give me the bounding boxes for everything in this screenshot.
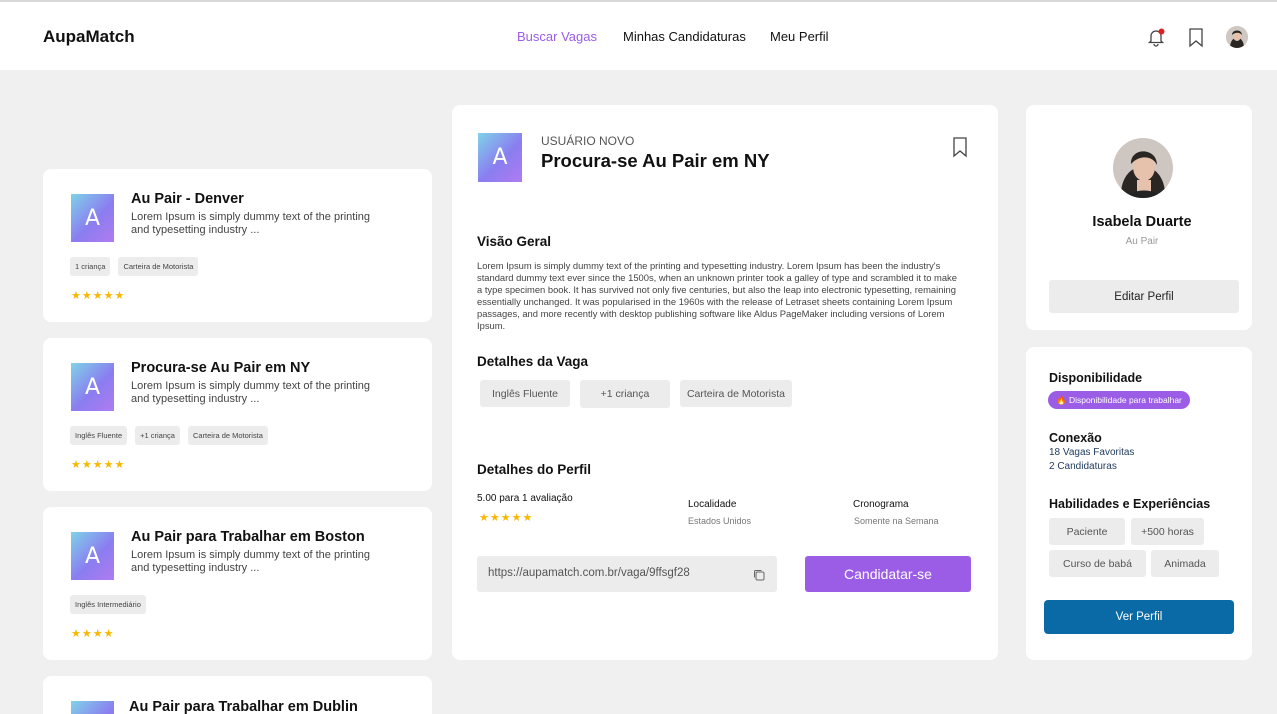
rating-stars: ★★★★ — [71, 628, 115, 640]
location-value: Estados Unidos — [688, 516, 752, 526]
apply-button[interactable]: Candidatar-se — [805, 556, 971, 592]
job-logo: A — [71, 701, 114, 714]
rating-stars: ★★★★★ — [479, 512, 534, 524]
location-label: Localidade — [688, 499, 737, 510]
app-logo[interactable]: AupaMatch — [43, 27, 135, 47]
favorites-count[interactable]: 18 Vagas Favoritas — [1049, 447, 1134, 458]
overview-title: Visão Geral — [477, 234, 552, 249]
detail-chip: Carteira de Motorista — [680, 380, 792, 407]
applications-count[interactable]: 2 Candidaturas — [1049, 461, 1117, 472]
job-logo: A — [71, 532, 114, 580]
job-logo: A — [71, 194, 114, 242]
skill-chip: Curso de babá — [1049, 550, 1146, 577]
job-tag: Carteira de Motorista — [118, 257, 199, 276]
job-description: Lorem Ipsum is simply dummy text of the … — [131, 380, 371, 405]
job-title: Au Pair - Denver — [131, 191, 244, 207]
job-tag: Inglês Intermediário — [70, 595, 146, 614]
schedule-value: Somente na Semana — [854, 516, 939, 526]
overview-text: Lorem Ipsum is simply dummy text of the … — [477, 260, 957, 331]
job-title: Procura-se Au Pair em NY — [131, 360, 311, 376]
bookmark-icon[interactable] — [949, 136, 971, 158]
user-badge: USUÁRIO NOVO — [541, 134, 635, 148]
job-card[interactable]: A Procura-se Au Pair em NY Lorem Ipsum i… — [43, 338, 432, 491]
rating-stars: ★★★★★ — [71, 459, 126, 471]
availability-badge: 🔥 Disponibilidade para trabalhar — [1048, 391, 1190, 409]
profile-role: Au Pair — [1125, 236, 1159, 247]
job-url-text: https://aupamatch.com.br/vaga/9ffsgf28 — [488, 567, 690, 579]
nav-minhas-candidaturas[interactable]: Minhas Candidaturas — [623, 29, 746, 44]
bookmark-icon[interactable] — [1185, 26, 1207, 48]
detail-chip: +1 criança — [580, 380, 670, 408]
edit-profile-button[interactable]: Editar Perfil — [1049, 280, 1239, 313]
job-detail-title: Procura-se Au Pair em NY — [541, 150, 770, 171]
job-title: Au Pair para Trabalhar em Boston — [131, 529, 365, 545]
availability-title: Disponibilidade — [1049, 371, 1143, 385]
availability-card: Disponibilidade 🔥 Disponibilidade para t… — [1026, 347, 1252, 660]
job-tag: Carteira de Motorista — [187, 426, 268, 445]
job-card[interactable]: A Au Pair - Denver Lorem Ipsum is simply… — [43, 169, 432, 322]
nav-buscar-vagas[interactable]: Buscar Vagas — [517, 29, 597, 44]
view-profile-button[interactable]: Ver Perfil — [1044, 600, 1234, 634]
job-card[interactable]: A Au Pair para Trabalhar em Dublin — [43, 676, 432, 714]
profile-name: Isabela Duarte — [1092, 214, 1192, 230]
job-tag: 1 criança — [70, 257, 111, 276]
profile-avatar — [1113, 138, 1173, 198]
rating-stars: ★★★★★ — [71, 290, 126, 302]
profile-card: Isabela Duarte Au Pair Editar Perfil — [1026, 105, 1252, 330]
job-logo: A — [71, 363, 114, 411]
job-card[interactable]: A Au Pair para Trabalhar em Boston Lorem… — [43, 507, 432, 660]
skills-title: Habilidades e Experiências — [1049, 497, 1211, 511]
job-tags: Inglês Intermediário — [70, 595, 146, 614]
notification-bell-icon[interactable] — [1145, 26, 1167, 48]
job-description: Lorem Ipsum is simply dummy text of the … — [131, 549, 371, 574]
skill-chip: +500 horas — [1131, 518, 1204, 545]
skill-chip: Paciente — [1049, 518, 1125, 545]
job-logo: A — [478, 133, 522, 182]
job-tags: Inglês Fluente +1 criança Carteira de Mo… — [70, 426, 268, 445]
job-url-field[interactable]: https://aupamatch.com.br/vaga/9ffsgf28 — [477, 556, 777, 592]
job-title: Au Pair para Trabalhar em Dublin — [129, 699, 358, 714]
profile-details-title: Detalhes do Perfil — [477, 462, 592, 477]
job-detail-card: A USUÁRIO NOVO Procura-se Au Pair em NY … — [452, 105, 998, 660]
connection-title: Conexão — [1049, 431, 1102, 445]
detail-chip: Inglês Fluente — [480, 380, 570, 407]
copy-icon[interactable] — [752, 568, 766, 582]
job-tags: 1 criança Carteira de Motorista — [70, 257, 199, 276]
top-navbar: AupaMatch Buscar Vagas Minhas Candidatur… — [0, 0, 1277, 70]
user-avatar[interactable] — [1226, 26, 1248, 48]
job-description: Lorem Ipsum is simply dummy text of the … — [131, 211, 371, 236]
job-tag: +1 criança — [135, 426, 180, 445]
job-details-title: Detalhes da Vaga — [477, 354, 589, 369]
schedule-label: Cronograma — [853, 499, 909, 510]
nav-meu-perfil[interactable]: Meu Perfil — [770, 29, 829, 44]
job-tag: Inglês Fluente — [70, 426, 128, 445]
skill-chip: Animada — [1151, 550, 1219, 577]
rating-text: 5.00 para 1 avaliação — [477, 493, 573, 504]
